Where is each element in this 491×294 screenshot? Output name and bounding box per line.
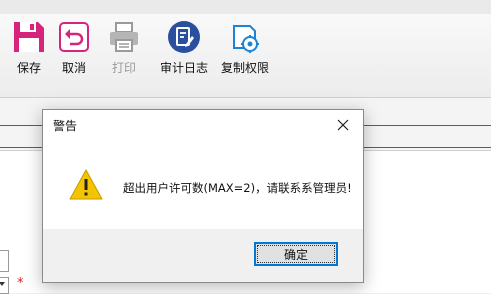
warning-dialog: 警告 超出用户许可数(MAX=2)，请联系系管理员! 确定 (42, 109, 364, 283)
ok-button-focus-ring (257, 245, 335, 263)
save-button[interactable]: 保存 (12, 20, 46, 82)
audit-log-button-label: 审计日志 (160, 61, 209, 75)
dialog-message: 超出用户许可数(MAX=2)，请联系系管理员! (123, 181, 352, 195)
undo-icon (59, 22, 89, 52)
form-dropdown[interactable] (0, 277, 9, 294)
cancel-button[interactable]: 取消 (57, 20, 91, 82)
copy-permissions-button[interactable]: 复制权限 (221, 20, 269, 82)
save-icon (14, 22, 44, 52)
dialog-close-button[interactable] (331, 113, 355, 137)
required-marker: * (17, 276, 24, 291)
cancel-button-label: 取消 (61, 61, 86, 75)
dialog-body: 超出用户许可数(MAX=2)，请联系系管理员! (43, 143, 363, 229)
audit-log-button[interactable]: 审计日志 (160, 20, 208, 82)
ok-button[interactable]: 确定 (254, 242, 338, 266)
audit-log-icon (168, 21, 200, 53)
copy-permissions-icon (233, 25, 259, 53)
printer-icon (110, 22, 138, 52)
toolbar: 保存 取消 打印 审计日志 复制权限 (0, 0, 491, 98)
form-text-field[interactable] (0, 250, 9, 272)
toolbar-top-strip (0, 0, 491, 14)
dialog-title: 警告 (53, 119, 78, 133)
print-button-label: 打印 (111, 61, 136, 75)
dropdown-arrow-icon (0, 282, 5, 286)
dialog-footer: 确定 (43, 229, 363, 282)
copy-permissions-button-label: 复制权限 (221, 61, 270, 75)
warning-icon (69, 169, 103, 200)
print-button[interactable]: 打印 (107, 20, 141, 82)
save-button-label: 保存 (16, 61, 41, 75)
close-icon (337, 119, 349, 131)
